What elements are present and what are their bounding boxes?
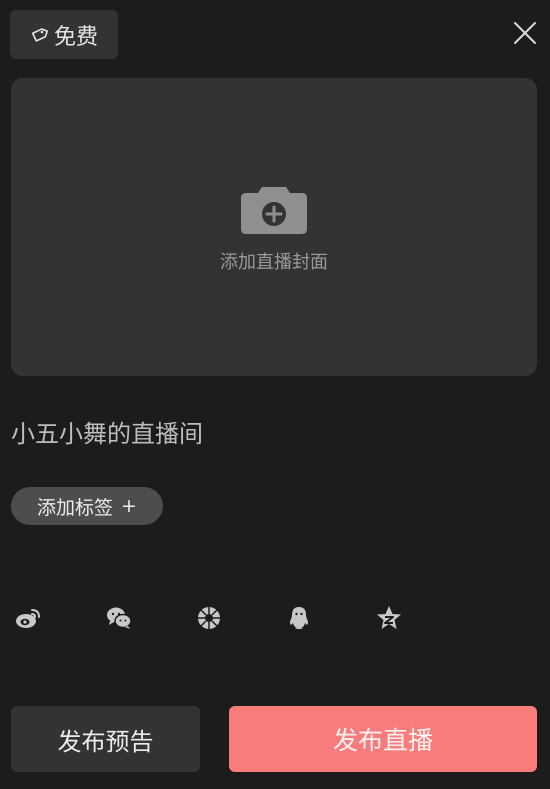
room-title-input[interactable]: 小五小舞的直播间 (11, 416, 531, 452)
add-tag-button[interactable]: 添加标签 + (11, 487, 163, 525)
close-button[interactable] (506, 14, 544, 52)
price-badge[interactable]: 免费 (10, 10, 118, 59)
qzone-icon (377, 606, 401, 629)
share-wechat-button[interactable] (105, 604, 133, 632)
share-qzone-button[interactable] (375, 604, 403, 632)
cover-upload-area[interactable]: 添加直播封面 (11, 78, 537, 376)
qq-icon (290, 607, 308, 629)
weibo-icon (16, 609, 40, 628)
price-label: 免费 (53, 24, 98, 50)
plus-icon: + (121, 495, 137, 517)
share-moments-button[interactable] (195, 604, 223, 632)
share-weibo-button[interactable] (14, 604, 42, 632)
cover-label: 添加直播封面 (220, 252, 328, 273)
publish-live-button[interactable]: 发布直播 (229, 706, 537, 772)
add-tag-label: 添加标签 (37, 496, 114, 519)
moments-icon (198, 607, 220, 629)
tag-icon (30, 26, 48, 44)
publish-preview-button[interactable]: 发布预告 (11, 706, 200, 772)
close-icon (514, 22, 536, 44)
wechat-icon (107, 607, 132, 629)
share-qq-button[interactable] (285, 604, 313, 632)
camera-add-icon (241, 187, 307, 234)
